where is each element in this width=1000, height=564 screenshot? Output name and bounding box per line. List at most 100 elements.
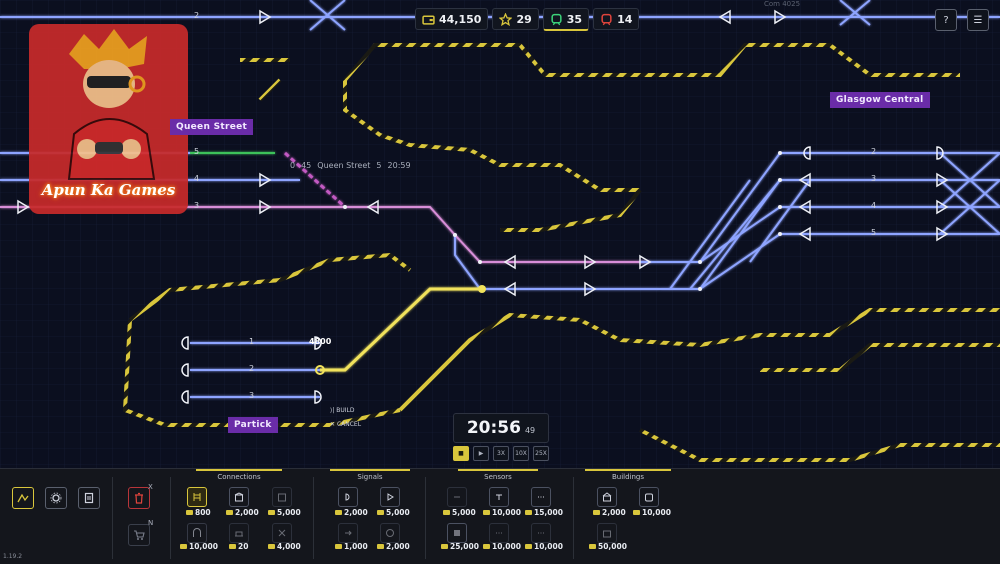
tool-sensor-e[interactable] bbox=[489, 523, 509, 543]
station-label-queen-street[interactable]: Queen Street bbox=[170, 119, 254, 135]
factory-icon bbox=[603, 530, 611, 538]
settings-mode-button[interactable] bbox=[45, 487, 67, 509]
buy-hotkey: N bbox=[148, 519, 154, 527]
platform-number: 3 bbox=[249, 391, 255, 400]
departure-clock: 20:59 bbox=[387, 161, 411, 170]
cart-icon bbox=[134, 530, 145, 540]
clock-seconds: 49 bbox=[524, 426, 536, 435]
depot-icon bbox=[278, 493, 286, 502]
tool-sensor-c[interactable] bbox=[531, 487, 551, 507]
speed-25x-button[interactable]: 25X bbox=[533, 446, 549, 461]
speed-10x-button[interactable]: 10X bbox=[513, 446, 529, 461]
tool-building-c[interactable] bbox=[597, 523, 617, 543]
track-icon bbox=[193, 493, 201, 501]
gear-icon bbox=[50, 492, 62, 504]
track-build-icon bbox=[17, 493, 29, 503]
sensor-icon bbox=[454, 496, 460, 498]
money-counter: 44,150 bbox=[415, 8, 489, 30]
tool-track[interactable] bbox=[187, 487, 207, 507]
platform-number: 3 bbox=[194, 201, 200, 210]
pause-button[interactable]: ■ bbox=[453, 446, 469, 461]
build-toolbar: X N Connections 800 2,000 5,000 10,000 2… bbox=[0, 468, 1000, 564]
platform-number: 4 bbox=[194, 174, 200, 183]
departure-time-partial: 45 bbox=[301, 161, 312, 170]
tool-one-way[interactable] bbox=[338, 523, 358, 543]
category-connections[interactable]: Connections bbox=[180, 473, 298, 481]
crossing-icon bbox=[278, 529, 286, 537]
ghost-train-id: Com 4025 bbox=[764, 0, 801, 8]
trains-counter[interactable]: 35 bbox=[542, 8, 590, 31]
tool-sensor-a[interactable] bbox=[447, 487, 467, 507]
buy-tool-button[interactable] bbox=[128, 524, 150, 546]
cost-label: 5,000 bbox=[443, 508, 476, 517]
platform-number: 3 bbox=[871, 174, 877, 183]
platform-number: 2 bbox=[249, 364, 255, 373]
play-button[interactable]: ▶ bbox=[473, 446, 489, 461]
cost-label: 1,000 bbox=[335, 542, 368, 551]
cost-label: 25,000 bbox=[441, 542, 479, 551]
tool-tunnel[interactable] bbox=[187, 523, 207, 543]
channel-logo-text: Apun Ka Games bbox=[41, 181, 176, 199]
no-entry-icon bbox=[386, 529, 394, 537]
toolbar-divider bbox=[313, 477, 314, 559]
category-signals[interactable]: Signals bbox=[325, 473, 415, 481]
category-buildings[interactable]: Buildings bbox=[580, 473, 676, 481]
tool-block-signal[interactable] bbox=[338, 487, 358, 507]
tool-no-entry[interactable] bbox=[380, 523, 400, 543]
sensor-platform-icon bbox=[496, 494, 502, 500]
departure-hint: 0 45 Queen Street 5 20:59 bbox=[290, 161, 411, 170]
sensor-dots-icon bbox=[496, 532, 502, 534]
cost-label: 2,000 bbox=[226, 508, 259, 517]
tool-station[interactable] bbox=[229, 487, 249, 507]
build-mode-button[interactable] bbox=[12, 487, 34, 509]
toolbar-divider bbox=[425, 477, 426, 559]
star-icon bbox=[499, 12, 513, 26]
menu-button[interactable]: ☰ bbox=[967, 9, 989, 31]
speed-3x-button[interactable]: 3X bbox=[493, 446, 509, 461]
cost-label: 50,000 bbox=[589, 542, 627, 551]
platform-number: 2 bbox=[194, 11, 200, 20]
cost-label: 2,000 bbox=[593, 508, 626, 517]
sensor-dots-icon bbox=[538, 496, 544, 498]
station-label-glasgow-central[interactable]: Glasgow Central bbox=[830, 92, 930, 108]
money-value: 44,150 bbox=[439, 12, 482, 26]
tool-sensor-b[interactable] bbox=[489, 487, 509, 507]
tool-building-a[interactable] bbox=[597, 487, 617, 507]
bridge-icon bbox=[235, 531, 243, 537]
building-icon bbox=[602, 492, 612, 502]
build-label: BUILD bbox=[336, 407, 355, 414]
alerts-counter[interactable]: 14 bbox=[593, 8, 640, 30]
category-bar bbox=[196, 469, 282, 471]
toolbar-divider bbox=[112, 477, 113, 559]
clipboard-icon bbox=[84, 492, 94, 504]
category-sensors[interactable]: Sensors bbox=[448, 473, 548, 481]
tool-crossing[interactable] bbox=[272, 523, 292, 543]
tool-path-signal[interactable] bbox=[380, 487, 400, 507]
cost-label: 10,000 bbox=[483, 508, 521, 517]
cost-label: 2,000 bbox=[335, 508, 368, 517]
tool-building-b[interactable] bbox=[639, 487, 659, 507]
delete-tool-button[interactable] bbox=[128, 487, 150, 509]
cost-label: 800 bbox=[186, 508, 211, 517]
red-train-icon bbox=[601, 13, 612, 25]
tool-sensor-f[interactable] bbox=[531, 523, 551, 543]
cost-label: 10,000 bbox=[483, 542, 521, 551]
category-bar bbox=[458, 469, 538, 471]
departure-time-left: 0 bbox=[290, 161, 296, 170]
alerts-value: 14 bbox=[617, 12, 633, 26]
build-action[interactable]: ⟩| BUILD bbox=[330, 407, 355, 414]
info-mode-button[interactable] bbox=[78, 487, 100, 509]
tool-sensor-d[interactable] bbox=[447, 523, 467, 543]
stars-counter: 29 bbox=[492, 8, 539, 30]
wallet-icon bbox=[422, 14, 435, 25]
delete-hotkey: X bbox=[148, 483, 153, 491]
train-icon bbox=[551, 13, 562, 25]
station-label-partick[interactable]: Partick bbox=[228, 417, 278, 433]
tool-bridge[interactable] bbox=[229, 523, 249, 543]
help-button[interactable]: ? bbox=[935, 9, 957, 31]
tool-depot[interactable] bbox=[272, 487, 292, 507]
cancel-action[interactable]: ✕ CANCEL bbox=[330, 421, 361, 428]
station-icon bbox=[234, 492, 244, 502]
trash-icon bbox=[135, 492, 143, 504]
cost-label: 10,000 bbox=[633, 508, 671, 517]
